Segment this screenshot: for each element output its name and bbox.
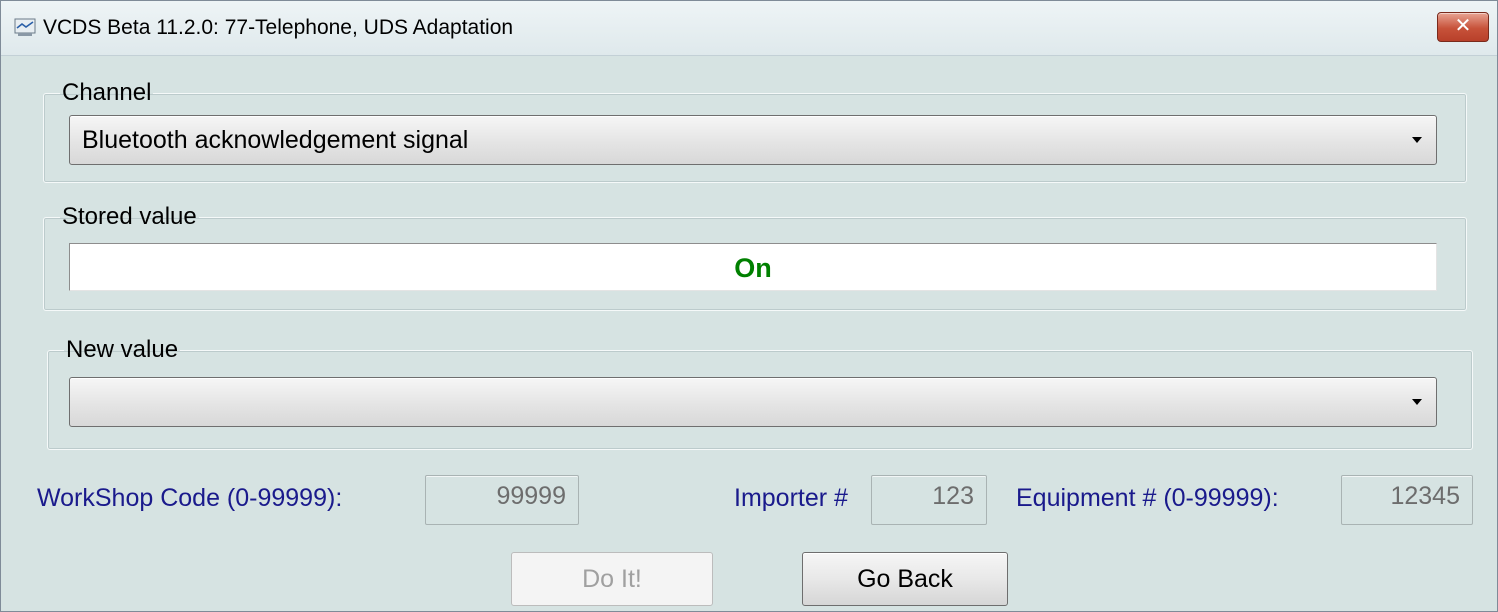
adaptation-window: VCDS Beta 11.2.0: 77-Telephone, UDS Adap… xyxy=(0,0,1498,612)
vcds-app-icon xyxy=(14,18,36,36)
importer-value: 123 xyxy=(932,482,974,510)
importer-field[interactable]: 123 xyxy=(871,475,987,525)
stored-value-display: On xyxy=(69,243,1437,291)
stored-value-legend: Stored value xyxy=(62,203,197,230)
chevron-down-icon xyxy=(1412,399,1422,405)
channel-dropdown[interactable]: Bluetooth acknowledgement signal xyxy=(69,115,1437,165)
workshop-code-label: WorkShop Code (0-99999): xyxy=(37,484,343,512)
importer-label: Importer # xyxy=(734,484,848,512)
do-it-button[interactable]: Do It! xyxy=(511,552,713,606)
new-value-dropdown[interactable] xyxy=(69,377,1437,427)
close-button[interactable]: ✕ xyxy=(1437,12,1489,42)
close-icon: ✕ xyxy=(1454,15,1472,37)
workshop-code-value: 99999 xyxy=(496,482,566,510)
window-title: VCDS Beta 11.2.0: 77-Telephone, UDS Adap… xyxy=(43,16,514,39)
channel-legend: Channel xyxy=(62,79,152,106)
new-value-legend: New value xyxy=(66,336,179,363)
go-back-button[interactable]: Go Back xyxy=(802,552,1008,606)
workshop-code-field[interactable]: 99999 xyxy=(425,475,579,525)
equipment-label: Equipment # (0-99999): xyxy=(1016,484,1279,512)
stored-value-text: On xyxy=(734,253,772,283)
equipment-value: 12345 xyxy=(1390,482,1460,510)
chevron-down-icon xyxy=(1412,137,1422,143)
title-bar[interactable]: VCDS Beta 11.2.0: 77-Telephone, UDS Adap… xyxy=(1,1,1497,56)
channel-selected-value: Bluetooth acknowledgement signal xyxy=(82,126,469,154)
equipment-field[interactable]: 12345 xyxy=(1341,475,1473,525)
